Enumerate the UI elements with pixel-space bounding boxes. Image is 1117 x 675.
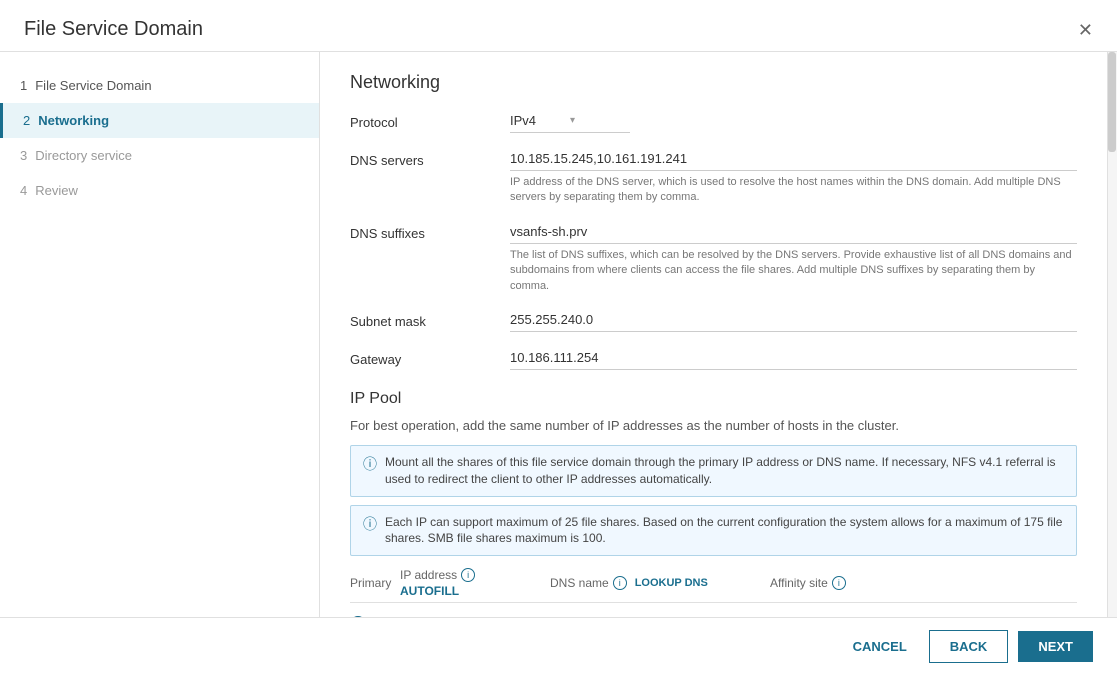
dns-input-1[interactable]: [550, 616, 750, 617]
cancel-button[interactable]: CANCEL: [841, 631, 919, 662]
subnet-mask-label: Subnet mask: [350, 308, 510, 329]
info-icon-1: ⓘ: [363, 455, 377, 475]
dns-suffixes-input[interactable]: [510, 220, 1077, 244]
protocol-select[interactable]: IPv4 ▾: [510, 109, 630, 133]
affinity-info-icon[interactable]: i: [832, 576, 846, 590]
ip-pool-title: IP Pool: [350, 390, 1077, 408]
ip-row-1: Either ▾: [350, 607, 1077, 617]
scrollbar-track: [1107, 52, 1117, 617]
ip-table-header: Primary IP address i AUTOFILL DNS name i: [350, 564, 1077, 603]
step-4-label: Review: [35, 183, 78, 198]
col-affinity-1: Either ▾: [770, 613, 930, 617]
radio-primary-1[interactable]: [350, 616, 366, 617]
dns-servers-input[interactable]: [510, 147, 1077, 171]
protocol-row: Protocol IPv4 ▾: [350, 109, 1077, 133]
sidebar-item-networking[interactable]: 2 Networking: [0, 103, 319, 138]
dns-suffixes-row: DNS suffixes The list of DNS suffixes, w…: [350, 220, 1077, 294]
info-text-2: Each IP can support maximum of 25 file s…: [385, 514, 1064, 548]
dns-name-info-icon[interactable]: i: [613, 576, 627, 590]
step-3-num: 3: [20, 148, 27, 163]
content-area: Networking Protocol IPv4 ▾ DNS servers I…: [320, 52, 1107, 617]
dns-suffixes-field: The list of DNS suffixes, which can be r…: [510, 220, 1077, 294]
subnet-mask-input[interactable]: [510, 308, 1077, 332]
info-text-1: Mount all the shares of this file servic…: [385, 454, 1064, 488]
protocol-field: IPv4 ▾: [510, 109, 1077, 133]
info-box-2: ⓘ Each IP can support maximum of 25 file…: [350, 505, 1077, 557]
content-title: Networking: [350, 72, 1077, 93]
dns-servers-field: IP address of the DNS server, which is u…: [510, 147, 1077, 206]
ip-pool-description: For best operation, add the same number …: [350, 418, 1077, 433]
step-2-label: Networking: [38, 113, 109, 128]
sidebar-item-directory-service[interactable]: 3 Directory service: [0, 138, 319, 173]
back-button[interactable]: BACK: [929, 630, 1009, 663]
affinity-select-1[interactable]: Either ▾: [770, 613, 900, 617]
info-box-1: ⓘ Mount all the shares of this file serv…: [350, 445, 1077, 497]
lookup-dns-button[interactable]: LOOKUP DNS: [635, 577, 708, 589]
step-2-num: 2: [23, 113, 30, 128]
gateway-row: Gateway: [350, 346, 1077, 370]
protocol-value: IPv4: [510, 113, 570, 128]
subnet-mask-field: [510, 308, 1077, 332]
gateway-field: [510, 346, 1077, 370]
modal-header: File Service Domain ✕: [0, 0, 1117, 52]
close-button[interactable]: ✕: [1078, 21, 1093, 39]
step-1-label: File Service Domain: [35, 78, 151, 93]
info-icon-2: ⓘ: [363, 515, 377, 535]
subnet-mask-row: Subnet mask: [350, 308, 1077, 332]
ip-input-1[interactable]: [400, 616, 540, 617]
col-ip-1: [400, 616, 550, 617]
ip-address-info-icon[interactable]: i: [461, 568, 475, 582]
col-header-affinity: Affinity site i: [770, 576, 930, 590]
col-primary-1: [350, 616, 400, 617]
modal: File Service Domain ✕ 1 File Service Dom…: [0, 0, 1117, 675]
gateway-label: Gateway: [350, 346, 510, 367]
dns-servers-hint: IP address of the DNS server, which is u…: [510, 175, 1077, 206]
modal-footer: CANCEL BACK NEXT: [0, 617, 1117, 675]
sidebar-item-file-service-domain[interactable]: 1 File Service Domain: [0, 68, 319, 103]
scrollbar-thumb[interactable]: [1108, 52, 1116, 152]
affinity-value-1: Either: [770, 616, 835, 617]
sidebar: 1 File Service Domain 2 Networking 3 Dir…: [0, 52, 320, 617]
col-header-dns: DNS name i LOOKUP DNS: [550, 576, 770, 590]
col-header-ip: IP address i AUTOFILL: [400, 568, 550, 598]
sidebar-item-review[interactable]: 4 Review: [0, 173, 319, 208]
dns-servers-label: DNS servers: [350, 147, 510, 168]
affinity-chevron-1: ▾: [835, 615, 900, 617]
autofill-link[interactable]: AUTOFILL: [400, 584, 459, 598]
dns-servers-row: DNS servers IP address of the DNS server…: [350, 147, 1077, 206]
gateway-input[interactable]: [510, 346, 1077, 370]
col-header-primary: Primary: [350, 576, 400, 590]
protocol-label: Protocol: [350, 109, 510, 130]
col-dns-1: [550, 616, 770, 617]
next-button[interactable]: NEXT: [1018, 631, 1093, 662]
step-4-num: 4: [20, 183, 27, 198]
modal-body: 1 File Service Domain 2 Networking 3 Dir…: [0, 52, 1117, 617]
modal-title: File Service Domain: [24, 18, 203, 41]
step-1-num: 1: [20, 78, 27, 93]
dns-suffixes-hint: The list of DNS suffixes, which can be r…: [510, 248, 1077, 294]
step-3-label: Directory service: [35, 148, 132, 163]
dns-suffixes-label: DNS suffixes: [350, 220, 510, 241]
chevron-down-icon: ▾: [570, 115, 630, 126]
